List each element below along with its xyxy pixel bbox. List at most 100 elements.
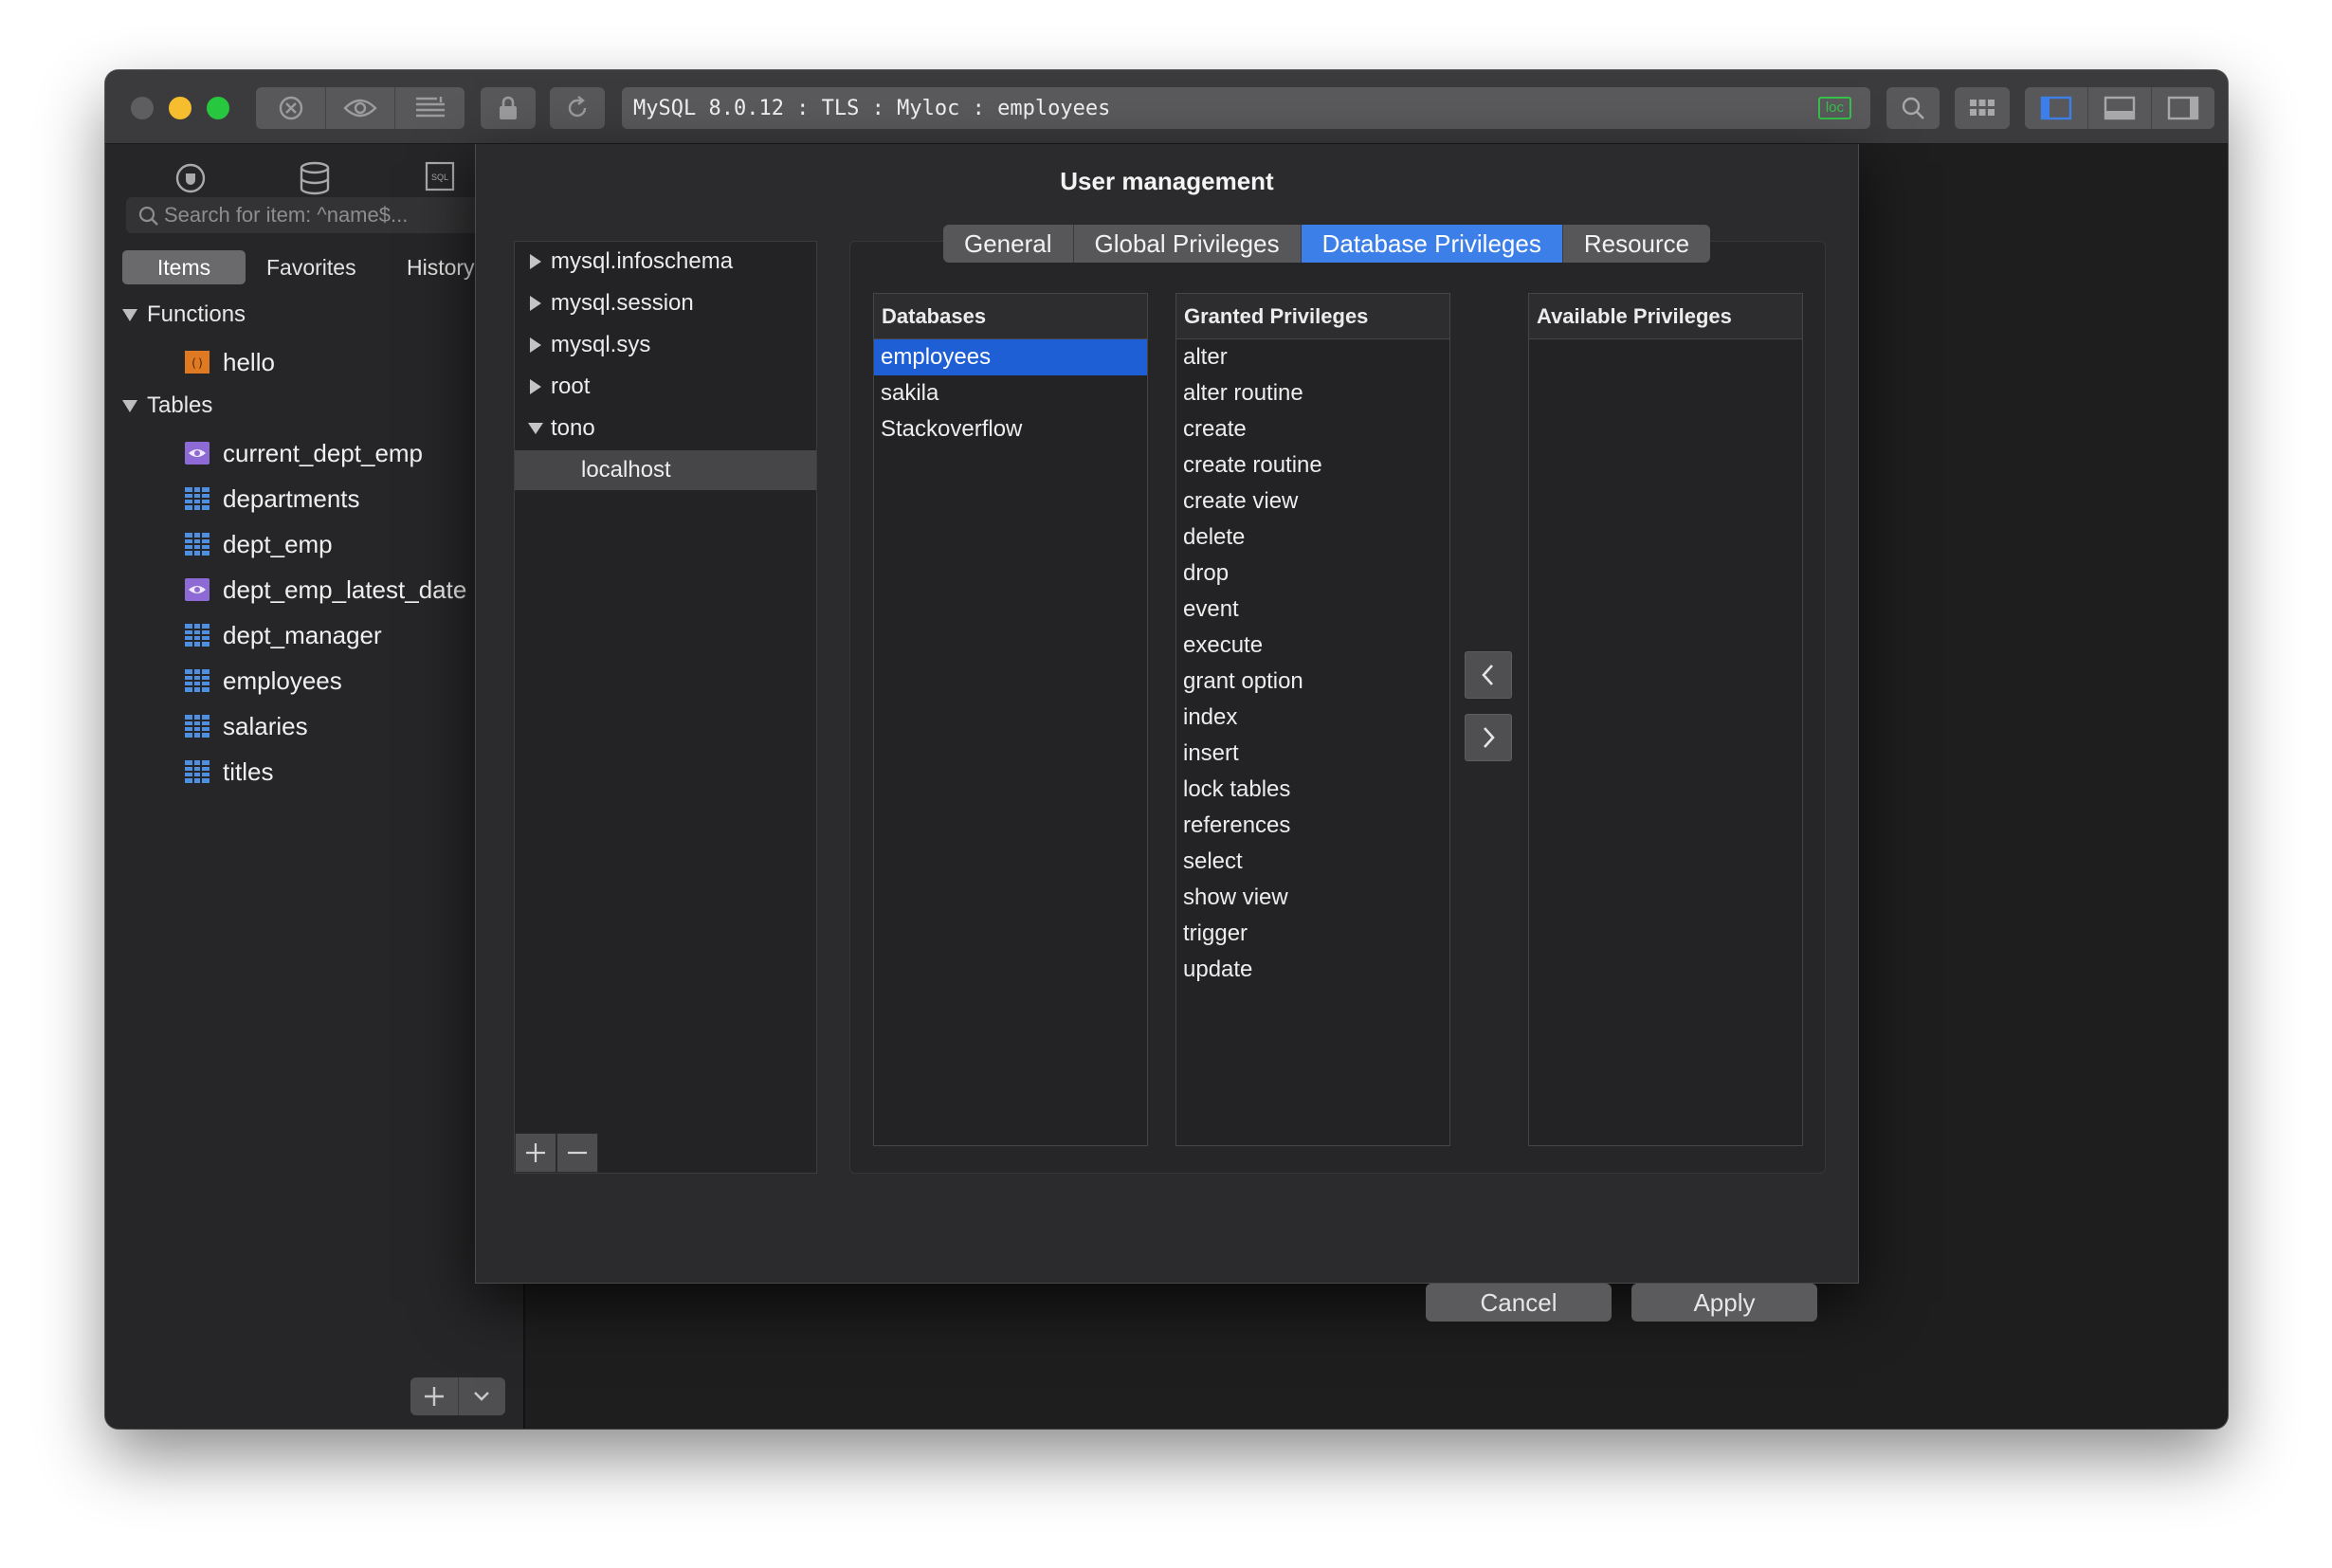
granted-privilege-row[interactable]: alter xyxy=(1176,339,1449,375)
section-tables[interactable]: Tables xyxy=(122,392,212,419)
user-item-root[interactable]: root xyxy=(515,367,816,407)
grant-privilege-button[interactable] xyxy=(1465,651,1512,699)
user-item-tono[interactable]: tono xyxy=(515,409,816,448)
close-window-button[interactable] xyxy=(131,97,154,119)
granted-privilege-row[interactable]: drop xyxy=(1176,556,1449,592)
table-icon xyxy=(185,669,210,692)
user-label: localhost xyxy=(581,457,671,483)
toggle-left-panel-button[interactable] xyxy=(2025,87,2087,129)
toolbar-view-group xyxy=(256,87,465,129)
user-item-mysql-infoschema[interactable]: mysql.infoschema xyxy=(515,242,816,282)
dialog-title: User management xyxy=(1060,167,1274,195)
sidebar-item-hello[interactable]: () hello xyxy=(185,345,275,379)
user-item-mysql-session[interactable]: mysql.session xyxy=(515,283,816,323)
sidebar-item-label: titles xyxy=(223,757,274,786)
sidebar-search-input[interactable]: Search for item: ^name$... xyxy=(126,197,524,233)
granted-privilege-row[interactable]: create xyxy=(1176,411,1449,447)
toggle-bottom-panel-button[interactable] xyxy=(2087,87,2151,129)
sidebar-item-dept-emp[interactable]: dept_emp xyxy=(185,527,333,561)
database-row[interactable]: Stackoverflow xyxy=(874,411,1147,447)
apply-button[interactable]: Apply xyxy=(1631,1284,1817,1322)
chevron-down-icon xyxy=(474,1392,490,1401)
granted-privilege-row[interactable]: show view xyxy=(1176,880,1449,916)
maximize-window-button[interactable] xyxy=(207,97,229,119)
granted-privilege-row[interactable]: references xyxy=(1176,808,1449,844)
database-row[interactable]: employees xyxy=(874,339,1147,375)
granted-privileges-header: Granted Privileges xyxy=(1176,294,1449,339)
grid-icon xyxy=(1970,100,1995,116)
granted-privilege-row[interactable]: grant option xyxy=(1176,664,1449,700)
connection-mode-button[interactable] xyxy=(173,161,208,200)
section-label: Functions xyxy=(147,301,246,327)
granted-privilege-row[interactable]: insert xyxy=(1176,736,1449,772)
sql-mode-button[interactable]: SQL xyxy=(425,161,455,196)
chevron-down-icon xyxy=(528,423,543,434)
sidebar-item-dept-emp-latest-date[interactable]: dept_emp_latest_date xyxy=(185,573,466,607)
granted-privilege-row[interactable]: index xyxy=(1176,700,1449,736)
tab-general[interactable]: General xyxy=(943,225,1073,263)
tab-global-privileges[interactable]: Global Privileges xyxy=(1072,225,1301,263)
chevron-right-icon xyxy=(530,296,541,311)
table-icon xyxy=(185,760,210,783)
granted-privilege-row[interactable]: delete xyxy=(1176,520,1449,556)
user-list-buttons xyxy=(515,1133,598,1173)
tab-database-privileges[interactable]: Database Privileges xyxy=(1300,225,1562,263)
section-functions[interactable]: Functions xyxy=(122,301,246,328)
revoke-privilege-button[interactable] xyxy=(1465,714,1512,761)
sidebar-item-employees[interactable]: employees xyxy=(185,664,342,698)
granted-privilege-row[interactable]: execute xyxy=(1176,628,1449,664)
user-label: root xyxy=(551,374,591,399)
sidebar-item-label: salaries xyxy=(223,711,308,740)
sidebar-item-dept-manager[interactable]: dept_manager xyxy=(185,618,382,652)
granted-privilege-row[interactable]: select xyxy=(1176,844,1449,880)
plug-icon xyxy=(175,163,206,193)
editor-button[interactable] xyxy=(394,87,465,129)
chevron-down-icon xyxy=(122,399,137,412)
grid-view-button[interactable] xyxy=(1955,87,2010,129)
chevron-right-icon xyxy=(530,337,541,353)
sidebar-item-departments[interactable]: departments xyxy=(185,482,360,516)
sidebar-item-titles[interactable]: titles xyxy=(185,755,273,789)
add-options-button[interactable] xyxy=(457,1377,506,1415)
stop-button[interactable] xyxy=(256,87,325,129)
sidebar-item-label: hello xyxy=(223,347,275,376)
search-button[interactable] xyxy=(1886,87,1940,129)
granted-privilege-row[interactable]: trigger xyxy=(1176,916,1449,952)
toggle-right-panel-button[interactable] xyxy=(2151,87,2214,129)
user-label: tono xyxy=(551,415,595,441)
cancel-button[interactable]: Cancel xyxy=(1426,1284,1612,1322)
sidebar-item-label: departments xyxy=(223,483,360,513)
svg-text:(): () xyxy=(191,356,204,370)
user-item-mysql-sys[interactable]: mysql.sys xyxy=(515,325,816,365)
sidebar: SQL Search for item: ^name$... Items Fav… xyxy=(105,144,524,1429)
chevron-left-icon xyxy=(1482,665,1493,685)
sidebar-item-label: dept_manager xyxy=(223,620,382,649)
granted-privilege-row[interactable]: create view xyxy=(1176,483,1449,520)
granted-privilege-row[interactable]: event xyxy=(1176,592,1449,628)
add-item-button[interactable] xyxy=(410,1377,458,1415)
database-mode-button[interactable] xyxy=(299,161,331,200)
granted-privilege-row[interactable]: create routine xyxy=(1176,447,1449,483)
lock-button[interactable] xyxy=(481,87,536,129)
add-user-button[interactable] xyxy=(515,1133,556,1173)
database-row[interactable]: sakila xyxy=(874,375,1147,411)
granted-privilege-row[interactable]: lock tables xyxy=(1176,772,1449,808)
title-bar: MySQL 8.0.12 : TLS : Myloc : employees l… xyxy=(105,70,2228,144)
remove-user-button[interactable] xyxy=(556,1133,598,1173)
connection-address-bar[interactable]: MySQL 8.0.12 : TLS : Myloc : employees l… xyxy=(622,87,1870,129)
sidebar-item-salaries[interactable]: salaries xyxy=(185,709,308,743)
minimize-window-button[interactable] xyxy=(169,97,191,119)
user-host-localhost[interactable]: localhost xyxy=(515,450,816,490)
granted-privilege-row[interactable]: alter routine xyxy=(1176,375,1449,411)
user-label: mysql.sys xyxy=(551,332,651,357)
granted-privilege-row[interactable]: update xyxy=(1176,952,1449,988)
database-icon xyxy=(300,161,330,195)
reload-button[interactable] xyxy=(550,87,605,129)
tab-items[interactable]: Items xyxy=(122,250,246,284)
tab-favorites[interactable]: Favorites xyxy=(266,250,356,284)
tab-resource[interactable]: Resource xyxy=(1561,225,1710,263)
sql-file-icon: SQL xyxy=(425,161,455,191)
preview-button[interactable] xyxy=(325,87,394,129)
databases-header: Databases xyxy=(874,294,1147,339)
sidebar-item-current-dept-emp[interactable]: current_dept_emp xyxy=(185,436,423,470)
